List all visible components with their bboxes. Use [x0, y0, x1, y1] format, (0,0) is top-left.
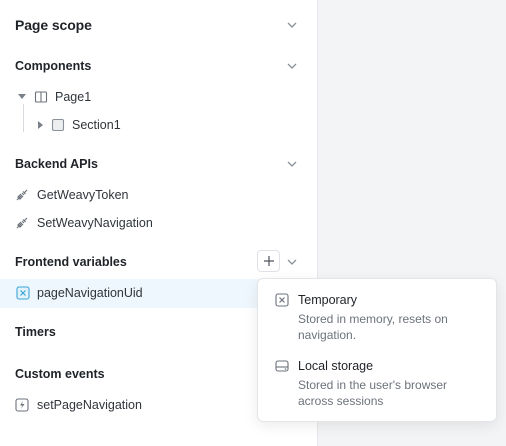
variable-item-label: pageNavigationUid	[37, 286, 143, 300]
plug-icon	[16, 189, 28, 201]
variable-icon	[275, 293, 289, 307]
components-section-title: Components	[15, 59, 92, 73]
caret-down-icon[interactable]	[16, 90, 28, 102]
page-icon	[34, 91, 48, 103]
page-scope-title: Page scope	[15, 17, 92, 33]
api-item-label: SetWeavyNavigation	[37, 216, 153, 230]
variable-icon	[16, 286, 30, 300]
lightning-icon	[15, 398, 29, 412]
chevron-down-icon[interactable]	[285, 18, 299, 32]
backend-apis-section-title: Backend APIs	[15, 157, 98, 171]
plug-icon	[16, 217, 28, 229]
menu-option-title: Local storage	[298, 359, 374, 373]
frontend-variables-section-title: Frontend variables	[15, 255, 127, 269]
plus-icon	[264, 256, 274, 266]
tree-guide	[23, 104, 24, 132]
event-item-label: setPageNavigation	[37, 398, 142, 412]
api-item-label: GetWeavyToken	[37, 188, 129, 202]
chevron-down-icon[interactable]	[285, 157, 299, 171]
tree-item-label: Page1	[55, 90, 92, 104]
chevron-down-icon[interactable]	[285, 255, 299, 269]
section-icon	[51, 118, 65, 132]
custom-events-section-title: Custom events	[15, 367, 105, 381]
timers-section-title: Timers	[15, 325, 56, 339]
menu-option-description: Stored in the user's browser across sess…	[298, 378, 448, 408]
caret-right-icon[interactable]	[35, 119, 45, 131]
storage-icon	[275, 360, 289, 372]
menu-option-description: Stored in memory, resets on navigation.	[298, 312, 448, 342]
menu-option-title: Temporary	[298, 293, 358, 307]
variable-type-menu: Temporary Stored in memory, resets on na…	[257, 278, 497, 422]
tree-item-label: Section1	[72, 118, 121, 132]
chevron-down-icon[interactable]	[285, 59, 299, 73]
add-variable-button[interactable]	[257, 250, 280, 272]
